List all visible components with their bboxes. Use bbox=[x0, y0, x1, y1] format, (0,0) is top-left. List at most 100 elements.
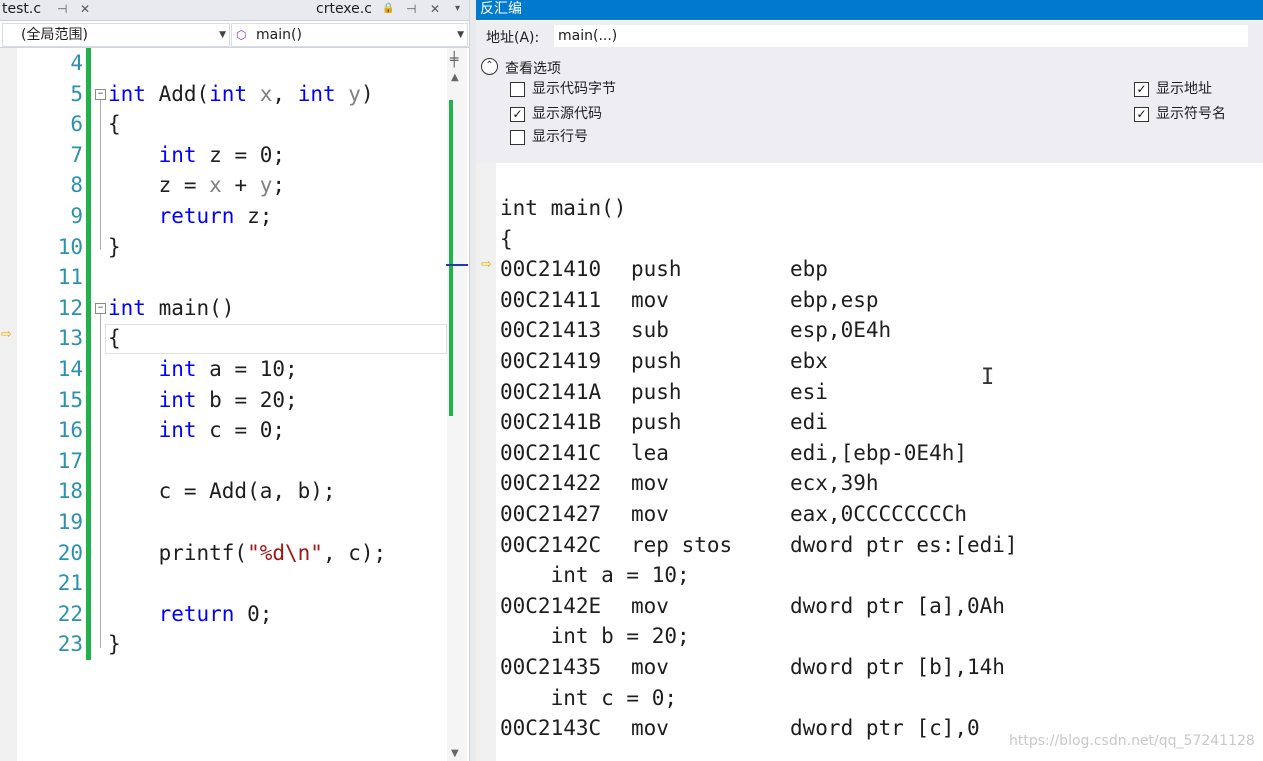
instruction-operands: esp,0E4h bbox=[790, 318, 892, 343]
asm-instruction[interactable]: 00C21427 mov eax,0CCCCCCCCh bbox=[500, 499, 967, 529]
line-number: 14 bbox=[57, 357, 83, 381]
asm-instruction[interactable]: 00C2142C rep stos dword ptr es:[edi] bbox=[500, 530, 1018, 560]
tab-overflow-icon[interactable]: ▾ bbox=[455, 0, 460, 18]
collapse-icon[interactable]: − bbox=[95, 89, 106, 100]
source-line[interactable]: { bbox=[500, 224, 513, 254]
code-line[interactable]: 20 printf("%d\n", c); bbox=[0, 538, 446, 568]
close-icon[interactable]: ✕ bbox=[430, 0, 440, 18]
asm-instruction[interactable]: 00C21435 mov dword ptr [b],14h bbox=[500, 652, 1005, 682]
disassembly-title-bar[interactable]: 反汇编 bbox=[476, 0, 1263, 20]
fold-guide-line bbox=[100, 314, 101, 648]
pin-icon[interactable]: ⊣ bbox=[406, 0, 416, 18]
tab-label: test.c bbox=[2, 1, 42, 17]
instruction-operands: ecx,39h bbox=[790, 471, 879, 496]
checkbox-unchecked-icon[interactable] bbox=[510, 82, 525, 97]
code-line[interactable]: 9 return z; bbox=[0, 201, 446, 231]
asm-instruction[interactable]: 00C21413 sub esp,0E4h bbox=[500, 315, 891, 345]
code-line[interactable]: 17 bbox=[0, 446, 446, 476]
function-icon: ⬡ bbox=[236, 28, 247, 42]
asm-instruction[interactable]: 00C2141B push edi bbox=[500, 407, 828, 437]
source-line[interactable]: int a = 10; bbox=[500, 560, 690, 590]
checkbox-unchecked-icon[interactable] bbox=[510, 130, 525, 145]
scroll-up-icon[interactable]: ▲ bbox=[451, 72, 459, 83]
instruction-opcode: mov bbox=[631, 502, 669, 526]
pin-icon[interactable]: ⊣ bbox=[57, 0, 67, 18]
collapse-options-icon[interactable]: ⌃ bbox=[481, 58, 498, 75]
instruction-operands: eax,0CCCCCCCCh bbox=[790, 502, 968, 526]
close-icon[interactable]: ✕ bbox=[80, 0, 90, 18]
code-line[interactable]: 19 bbox=[0, 507, 446, 537]
instruction-address: 00C2142E bbox=[500, 593, 602, 618]
code-text: int c = 0; bbox=[108, 415, 285, 445]
code-token: , c); bbox=[322, 540, 387, 565]
option-label: 显示地址 bbox=[1156, 81, 1212, 97]
code-line[interactable]: 4 bbox=[0, 48, 446, 78]
code-token: z; bbox=[234, 204, 273, 228]
source-line[interactable]: int c = 0; bbox=[500, 683, 677, 713]
scope-dropdown[interactable]: (全局范围) ▼ bbox=[2, 23, 230, 47]
code-line[interactable]: 18 c = Add(a, b); bbox=[0, 476, 446, 506]
scope-dropdown-value: (全局范围) bbox=[21, 27, 88, 43]
source-line[interactable]: int b = 20; bbox=[500, 621, 690, 651]
checkbox-checked-icon[interactable]: ✓ bbox=[510, 107, 525, 122]
instruction-address: 00C2142C bbox=[500, 532, 602, 557]
line-number: 17 bbox=[57, 448, 83, 473]
scroll-down-icon[interactable]: ▼ bbox=[451, 748, 459, 759]
code-line[interactable]: 11 bbox=[0, 262, 446, 292]
tab-test-c[interactable]: test.c ⊣ ✕ bbox=[0, 0, 100, 20]
code-text: int a = 10; bbox=[108, 354, 298, 384]
code-line[interactable]: 23} bbox=[0, 629, 446, 659]
instruction-operands: dword ptr [c],0 bbox=[790, 716, 980, 741]
code-line[interactable]: 7 int z = 0; bbox=[0, 140, 446, 170]
code-line[interactable]: 5 int Add(int x, int y) bbox=[0, 79, 446, 109]
instruction-operands: edi,[ebp-0E4h] bbox=[790, 440, 968, 465]
line-number: 23 bbox=[57, 632, 83, 657]
code-line[interactable]: 22 return 0; bbox=[0, 599, 446, 629]
asm-instruction[interactable]: 00C21411 mov ebp,esp bbox=[500, 285, 879, 315]
keyword-token: return bbox=[158, 601, 235, 626]
line-number: 15 bbox=[57, 387, 83, 412]
code-token: a = 10; bbox=[196, 357, 298, 381]
source-editor[interactable]: test.c ⊣ ✕ crtexe.c 🔒 ⊣ ✕ ▾ (全局范围) ▼ ⬡ m… bbox=[0, 0, 470, 761]
address-label: 地址(A): bbox=[486, 30, 540, 46]
checkbox-checked-icon[interactable]: ✓ bbox=[1134, 107, 1149, 122]
disassembly-glyph-margin[interactable] bbox=[476, 163, 496, 761]
code-token: printf( bbox=[108, 540, 248, 565]
code-line[interactable]: 13 { bbox=[0, 323, 446, 353]
tab-crtexe-c[interactable]: crtexe.c 🔒 ⊣ ✕ ▾ bbox=[316, 0, 470, 20]
function-dropdown[interactable]: ⬡ main() ▼ bbox=[231, 23, 468, 47]
asm-instruction[interactable]: 00C2141C lea edi,[ebp-0E4h] bbox=[500, 438, 967, 468]
code-line[interactable]: 21 bbox=[0, 568, 446, 598]
line-number: 22 bbox=[57, 601, 83, 626]
code-line[interactable]: 10} bbox=[0, 232, 446, 262]
asm-instruction[interactable]: 00C21422 mov ecx,39h bbox=[500, 468, 879, 498]
line-number: 12 bbox=[57, 295, 83, 320]
asm-instruction[interactable]: 00C2143C mov dword ptr [c],0 bbox=[500, 713, 980, 743]
code-token: { bbox=[108, 112, 121, 137]
code-line[interactable]: 12 int main() bbox=[0, 293, 446, 323]
instruction-address: 00C21410 bbox=[500, 257, 602, 282]
address-input[interactable] bbox=[554, 25, 1248, 47]
code-line[interactable]: 16 int c = 0; bbox=[0, 415, 446, 445]
code-token: z = 0; bbox=[196, 142, 286, 167]
code-token: Add( bbox=[145, 81, 210, 106]
instruction-operands: ebp bbox=[790, 257, 828, 282]
split-window-icon[interactable]: ╪ bbox=[450, 52, 458, 68]
line-number: 19 bbox=[57, 510, 83, 534]
asm-instruction[interactable]: 00C2141A push esi bbox=[500, 377, 828, 407]
code-line[interactable]: 8 z = x + y; bbox=[0, 170, 446, 200]
code-line[interactable]: 6{ bbox=[0, 109, 446, 139]
line-number: 16 bbox=[57, 418, 83, 443]
code-line[interactable]: 15 int b = 20; bbox=[0, 385, 446, 415]
source-line[interactable]: int main() bbox=[500, 193, 626, 223]
collapse-icon[interactable]: − bbox=[95, 303, 106, 314]
line-number: 11 bbox=[57, 265, 83, 290]
code-line[interactable]: 14 int a = 10; bbox=[0, 354, 446, 384]
checkbox-checked-icon[interactable]: ✓ bbox=[1134, 82, 1149, 97]
asm-instruction[interactable]: 00C21419 push ebx bbox=[500, 346, 828, 376]
line-number: 18 bbox=[57, 479, 83, 504]
asm-instruction[interactable]: 00C21410 push ebp bbox=[500, 254, 828, 284]
asm-instruction[interactable]: 00C2142E mov dword ptr [a],0Ah bbox=[500, 591, 1005, 621]
